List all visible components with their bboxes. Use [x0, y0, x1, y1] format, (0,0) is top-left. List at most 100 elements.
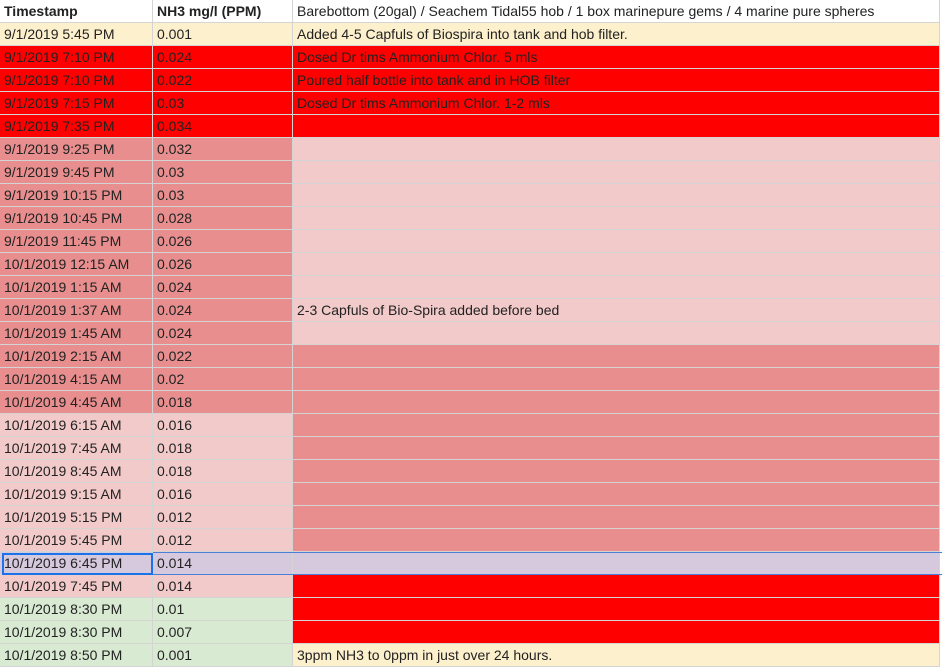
- table-row: 9/1/2019 10:15 PM 0.03: [0, 184, 942, 207]
- timestamp-cell[interactable]: 10/1/2019 2:15 AM: [0, 345, 153, 368]
- timestamp-cell[interactable]: 10/1/2019 4:45 AM: [0, 391, 153, 414]
- note-cell[interactable]: [293, 506, 940, 529]
- table-row: 10/1/2019 8:30 PM 0.01: [0, 598, 942, 621]
- note-cell[interactable]: [293, 437, 940, 460]
- timestamp-cell[interactable]: 9/1/2019 5:45 PM: [0, 23, 153, 46]
- nh3-cell[interactable]: 0.022: [153, 69, 293, 92]
- note-cell[interactable]: [293, 322, 940, 345]
- timestamp-cell[interactable]: 10/1/2019 1:37 AM: [0, 299, 153, 322]
- note-cell[interactable]: [293, 598, 940, 621]
- note-cell[interactable]: [293, 529, 940, 552]
- note-cell[interactable]: Poured half bottle into tank and in HOB …: [293, 69, 940, 92]
- table-row: 10/1/2019 2:15 AM 0.022: [0, 345, 942, 368]
- nh3-cell[interactable]: 0.018: [153, 460, 293, 483]
- nh3-cell[interactable]: 0.02: [153, 368, 293, 391]
- note-cell[interactable]: [293, 575, 940, 598]
- note-cell[interactable]: [293, 138, 940, 161]
- timestamp-cell[interactable]: 10/1/2019 8:50 PM: [0, 644, 153, 667]
- nh3-cell[interactable]: 0.001: [153, 644, 293, 667]
- note-cell[interactable]: [293, 414, 940, 437]
- timestamp-cell[interactable]: 10/1/2019 8:45 AM: [0, 460, 153, 483]
- note-cell[interactable]: [293, 391, 940, 414]
- timestamp-cell[interactable]: 9/1/2019 7:10 PM: [0, 46, 153, 69]
- note-cell[interactable]: [293, 345, 940, 368]
- note-cell[interactable]: [293, 184, 940, 207]
- nh3-cell[interactable]: 0.03: [153, 92, 293, 115]
- nh3-cell[interactable]: 0.018: [153, 437, 293, 460]
- note-cell[interactable]: Dosed Dr tims Ammonium Chlor. 5 mls: [293, 46, 940, 69]
- nh3-cell[interactable]: 0.024: [153, 322, 293, 345]
- timestamp-cell[interactable]: 9/1/2019 7:35 PM: [0, 115, 153, 138]
- note-cell[interactable]: Dosed Dr tims Ammonium Chlor. 1-2 mls: [293, 92, 940, 115]
- nh3-cell[interactable]: 0.01: [153, 598, 293, 621]
- header-timestamp[interactable]: Timestamp: [0, 0, 153, 23]
- nh3-cell[interactable]: 0.032: [153, 138, 293, 161]
- nh3-cell[interactable]: 0.022: [153, 345, 293, 368]
- header-notes[interactable]: Barebottom (20gal) / Seachem Tidal55 hob…: [293, 0, 940, 23]
- nh3-cell[interactable]: 0.024: [153, 299, 293, 322]
- table-row: 9/1/2019 5:45 PM 0.001 Added 4-5 Capfuls o…: [0, 23, 942, 46]
- timestamp-cell[interactable]: 10/1/2019 1:15 AM: [0, 276, 153, 299]
- nh3-cell[interactable]: 0.018: [153, 391, 293, 414]
- timestamp-cell[interactable]: 10/1/2019 5:45 PM: [0, 529, 153, 552]
- note-cell[interactable]: [293, 253, 940, 276]
- timestamp-cell[interactable]: 10/1/2019 8:30 PM: [0, 598, 153, 621]
- table-row: 10/1/2019 1:15 AM 0.024: [0, 276, 942, 299]
- note-cell[interactable]: 2-3 Capfuls of Bio-Spira added before be…: [293, 299, 940, 322]
- nh3-cell[interactable]: 0.024: [153, 46, 293, 69]
- timestamp-cell[interactable]: 10/1/2019 6:15 AM: [0, 414, 153, 437]
- timestamp-cell[interactable]: 10/1/2019 4:15 AM: [0, 368, 153, 391]
- nh3-cell[interactable]: 0.026: [153, 253, 293, 276]
- nh3-cell[interactable]: 0.024: [153, 276, 293, 299]
- nh3-cell[interactable]: 0.012: [153, 529, 293, 552]
- nh3-cell[interactable]: 0.026: [153, 230, 293, 253]
- timestamp-cell[interactable]: 10/1/2019 5:15 PM: [0, 506, 153, 529]
- timestamp-cell[interactable]: 9/1/2019 9:25 PM: [0, 138, 153, 161]
- note-cell[interactable]: [293, 368, 940, 391]
- nh3-cell[interactable]: 0.034: [153, 115, 293, 138]
- nh3-cell[interactable]: 0.012: [153, 506, 293, 529]
- nh3-cell[interactable]: 0.016: [153, 483, 293, 506]
- timestamp-cell[interactable]: 10/1/2019 7:45 PM: [0, 575, 153, 598]
- note-cell[interactable]: 3ppm NH3 to 0ppm in just over 24 hours.: [293, 644, 940, 667]
- timestamp-cell[interactable]: 10/1/2019 1:45 AM: [0, 322, 153, 345]
- note-cell[interactable]: [293, 230, 940, 253]
- nh3-cell[interactable]: 0.007: [153, 621, 293, 644]
- timestamp-cell[interactable]: 9/1/2019 9:45 PM: [0, 161, 153, 184]
- nh3-cell[interactable]: 0.014: [153, 552, 293, 575]
- note-cell[interactable]: [293, 207, 940, 230]
- nh3-cell[interactable]: 0.001: [153, 23, 293, 46]
- timestamp-cell[interactable]: 9/1/2019 7:10 PM: [0, 69, 153, 92]
- timestamp-cell[interactable]: 9/1/2019 7:15 PM: [0, 92, 153, 115]
- note-cell[interactable]: Added 4-5 Capfuls of Biospira into tank …: [293, 23, 940, 46]
- table-row: 10/1/2019 7:45 AM 0.018: [0, 437, 942, 460]
- nh3-cell[interactable]: 0.03: [153, 161, 293, 184]
- note-cell[interactable]: [293, 460, 940, 483]
- nh3-cell[interactable]: 0.028: [153, 207, 293, 230]
- note-cell[interactable]: [293, 552, 940, 575]
- timestamp-cell[interactable]: 10/1/2019 7:45 AM: [0, 437, 153, 460]
- table-row: 10/1/2019 12:15 AM 0.026: [0, 253, 942, 276]
- timestamp-cell[interactable]: 9/1/2019 10:15 PM: [0, 184, 153, 207]
- table-row: 10/1/2019 9:15 AM 0.016: [0, 483, 942, 506]
- table-row: 9/1/2019 7:15 PM 0.03 Dosed Dr tims Ammoni…: [0, 92, 942, 115]
- timestamp-cell[interactable]: 9/1/2019 10:45 PM: [0, 207, 153, 230]
- note-cell[interactable]: [293, 161, 940, 184]
- timestamp-cell[interactable]: 10/1/2019 9:15 AM: [0, 483, 153, 506]
- note-cell[interactable]: [293, 115, 940, 138]
- nh3-cell[interactable]: 0.016: [153, 414, 293, 437]
- nh3-cell[interactable]: 0.014: [153, 575, 293, 598]
- table-row: 9/1/2019 11:45 PM 0.026: [0, 230, 942, 253]
- table-row: 10/1/2019 7:45 PM 0.014: [0, 575, 942, 598]
- timestamp-cell[interactable]: 10/1/2019 8:30 PM: [0, 621, 153, 644]
- note-cell[interactable]: [293, 276, 940, 299]
- table-row: 10/1/2019 8:45 AM 0.018: [0, 460, 942, 483]
- timestamp-cell[interactable]: 9/1/2019 11:45 PM: [0, 230, 153, 253]
- note-cell[interactable]: [293, 621, 940, 644]
- timestamp-cell[interactable]: 10/1/2019 6:45 PM: [0, 552, 153, 575]
- note-cell[interactable]: [293, 483, 940, 506]
- timestamp-cell[interactable]: 10/1/2019 12:15 AM: [0, 253, 153, 276]
- header-nh3[interactable]: NH3 mg/l (PPM): [153, 0, 293, 23]
- table-row: 9/1/2019 9:45 PM 0.03: [0, 161, 942, 184]
- nh3-cell[interactable]: 0.03: [153, 184, 293, 207]
